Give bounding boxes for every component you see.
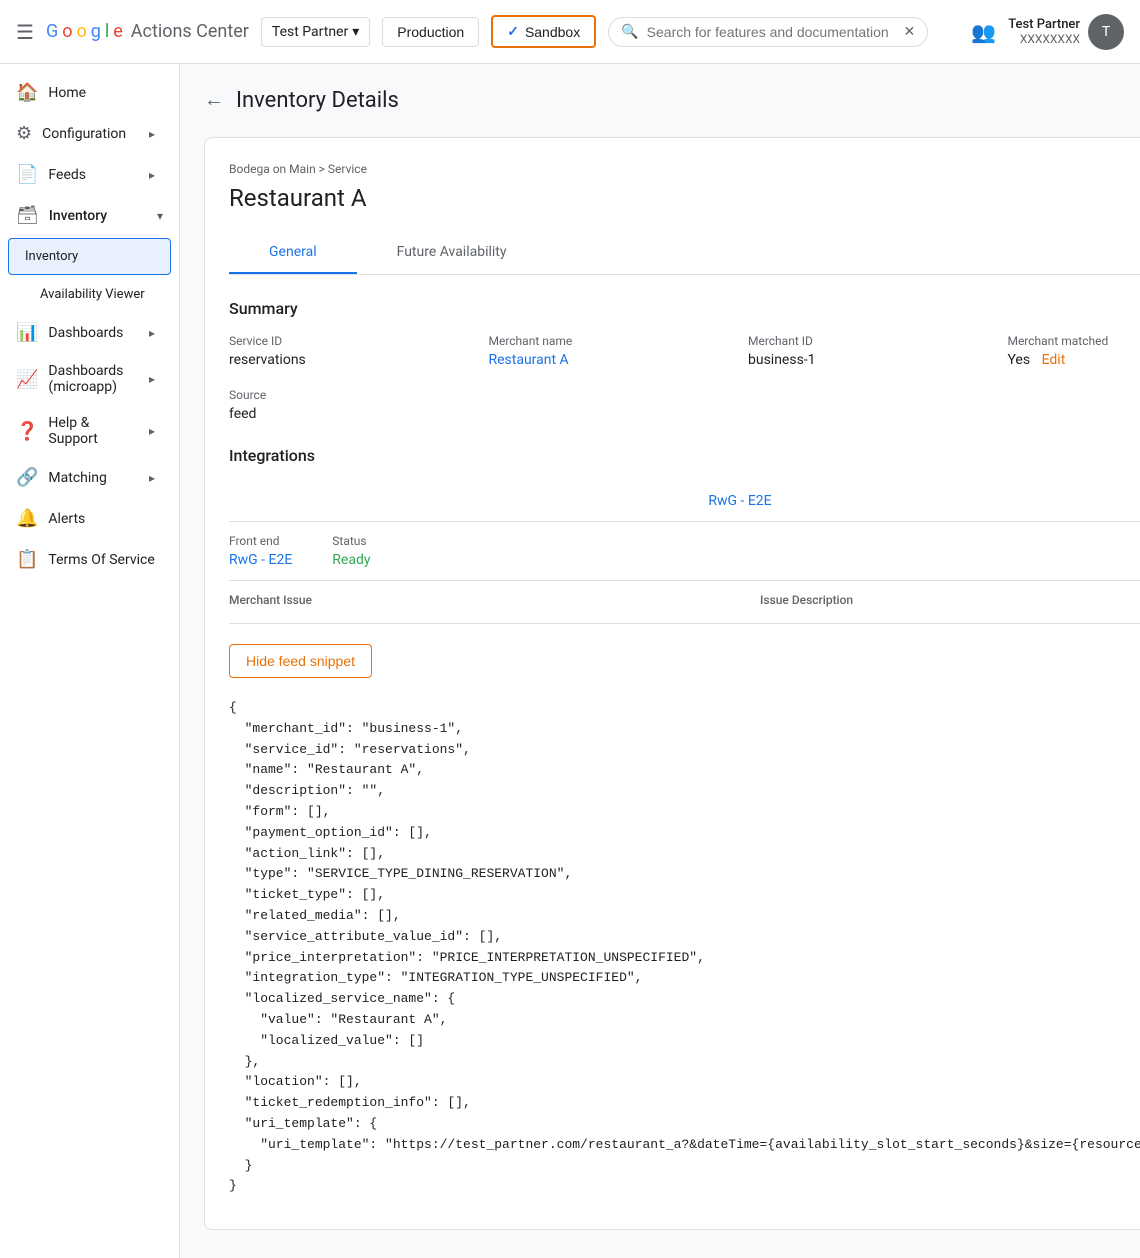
edit-link[interactable]: Edit xyxy=(1042,352,1066,368)
merchant-name-value[interactable]: Restaurant A xyxy=(488,352,732,368)
merchant-issue-row: Merchant Issue Issue Description xyxy=(229,581,1140,624)
field-merchant-id: Merchant ID business-1 xyxy=(748,334,991,368)
people-icon[interactable]: 👥 xyxy=(971,20,996,44)
frontend-value[interactable]: RwG - E2E xyxy=(229,552,292,568)
field-merchant-issue: Merchant Issue xyxy=(229,593,720,611)
sandbox-btn[interactable]: ✓ Sandbox xyxy=(491,15,596,48)
help-icon: ❓ xyxy=(16,421,38,442)
restaurant-title: Restaurant A xyxy=(229,184,1140,212)
summary-title: Summary xyxy=(229,299,1140,318)
status-value: Ready xyxy=(332,552,370,568)
sidebar-item-dashboards[interactable]: 📊 Dashboards ▸ xyxy=(0,312,171,353)
integration-rwg-header[interactable]: RwG - E2E xyxy=(229,481,1140,522)
user-name: Test Partner xyxy=(1008,17,1080,32)
google-logo: Google Actions Center xyxy=(46,21,249,42)
search-icon: 🔍 xyxy=(621,24,638,40)
sidebar-item-terms[interactable]: 📋 Terms Of Service xyxy=(0,539,171,580)
sidebar-item-configuration[interactable]: ⚙ Configuration ▸ xyxy=(0,113,171,154)
feeds-icon: 📄 xyxy=(16,164,38,185)
sidebar-item-help-support[interactable]: ❓ Help & Support ▸ xyxy=(0,405,171,457)
integrations-title: Integrations xyxy=(229,446,1140,465)
dashboards-icon: 📊 xyxy=(16,322,38,343)
hide-feed-snippet-button[interactable]: Hide feed snippet xyxy=(229,644,372,678)
field-merchant-name: Merchant name Restaurant A xyxy=(488,334,732,368)
terms-icon: 📋 xyxy=(16,549,38,570)
merchant-matched-value: Yes xyxy=(1007,352,1030,368)
tab-general[interactable]: General xyxy=(229,232,357,274)
matching-icon: 🔗 xyxy=(16,467,38,488)
user-id: XXXXXXXX xyxy=(1008,32,1080,46)
source-value: feed xyxy=(229,406,1140,422)
back-button[interactable]: ← xyxy=(204,89,224,112)
sidebar-item-home[interactable]: 🏠 Home xyxy=(0,72,171,113)
search-input[interactable] xyxy=(647,24,904,40)
layout: 🏠 Home ⚙ Configuration ▸ 📄 Feeds ▸ 🗃 Inv… xyxy=(0,64,1140,1258)
content-card: Bodega on Main > Service Restaurant A Ge… xyxy=(204,137,1140,1230)
top-nav: ☰ Google Actions Center Test Partner ▾ P… xyxy=(0,0,1140,64)
page-title: Inventory Details xyxy=(236,88,399,113)
partner-selector[interactable]: Test Partner ▾ xyxy=(261,17,370,47)
json-code-block: { "merchant_id": "business-1", "service_… xyxy=(229,690,1140,1205)
feeds-chevron-icon: ▸ xyxy=(149,168,155,182)
field-frontend: Front end RwG - E2E xyxy=(229,534,292,568)
matching-chevron-icon: ▸ xyxy=(149,471,155,485)
field-service-id: Service ID reservations xyxy=(229,334,472,368)
field-status: Status Ready xyxy=(332,534,370,568)
sidebar-item-feeds[interactable]: 📄 Feeds ▸ xyxy=(0,154,171,195)
merchant-id-value: business-1 xyxy=(748,352,991,368)
help-chevron-icon: ▸ xyxy=(149,424,155,438)
inventory-icon: 🗃 xyxy=(16,205,39,226)
service-id-value: reservations xyxy=(229,352,472,368)
chevron-right-icon: ▸ xyxy=(149,127,155,141)
tabs: General Future Availability xyxy=(229,232,1140,275)
tab-future-availability[interactable]: Future Availability xyxy=(357,232,547,274)
dashboards-chevron-icon: ▸ xyxy=(149,326,155,340)
dashboards-micro-icon: 📈 xyxy=(16,369,38,390)
sidebar-item-inventory-group[interactable]: 🗃 Inventory ▾ xyxy=(0,195,179,236)
source-row: Source feed xyxy=(229,388,1140,422)
clear-search-icon[interactable]: ✕ xyxy=(903,24,915,40)
avatar[interactable]: T xyxy=(1088,14,1124,50)
home-icon: 🏠 xyxy=(16,82,38,103)
sidebar-item-availability-viewer[interactable]: Availability Viewer xyxy=(0,277,171,312)
sidebar-item-alerts[interactable]: 🔔 Alerts xyxy=(0,498,171,539)
integration-row: Front end RwG - E2E Status Ready xyxy=(229,522,1140,581)
dashboards-micro-chevron-icon: ▸ xyxy=(149,372,155,386)
checkmark-icon: ✓ xyxy=(507,23,519,40)
sidebar-item-dashboards-microapp[interactable]: 📈 Dashboards (microapp) ▸ xyxy=(0,353,171,405)
sidebar-item-matching[interactable]: 🔗 Matching ▸ xyxy=(0,457,171,498)
production-btn[interactable]: Production xyxy=(382,17,479,47)
inventory-chevron-icon: ▾ xyxy=(157,209,163,223)
menu-icon[interactable]: ☰ xyxy=(16,20,34,44)
summary-grid: Service ID reservations Merchant name Re… xyxy=(229,334,1140,368)
sidebar: 🏠 Home ⚙ Configuration ▸ 📄 Feeds ▸ 🗃 Inv… xyxy=(0,64,180,1258)
sidebar-item-inventory[interactable]: Inventory xyxy=(8,238,171,275)
alerts-icon: 🔔 xyxy=(16,508,38,529)
breadcrumb: Bodega on Main > Service xyxy=(229,162,1140,176)
field-issue-description: Issue Description xyxy=(760,593,1140,611)
user-info: Test Partner XXXXXXXX T xyxy=(1008,14,1124,50)
configuration-icon: ⚙ xyxy=(16,123,32,144)
search-bar[interactable]: 🔍 ✕ xyxy=(608,17,928,47)
page-header: ← Inventory Details xyxy=(204,88,1140,113)
main-content: ← Inventory Details Bodega on Main > Ser… xyxy=(180,64,1140,1258)
field-merchant-matched: Merchant matched Yes Edit xyxy=(1007,334,1140,368)
nav-right: 👥 Test Partner XXXXXXXX T xyxy=(971,14,1124,50)
